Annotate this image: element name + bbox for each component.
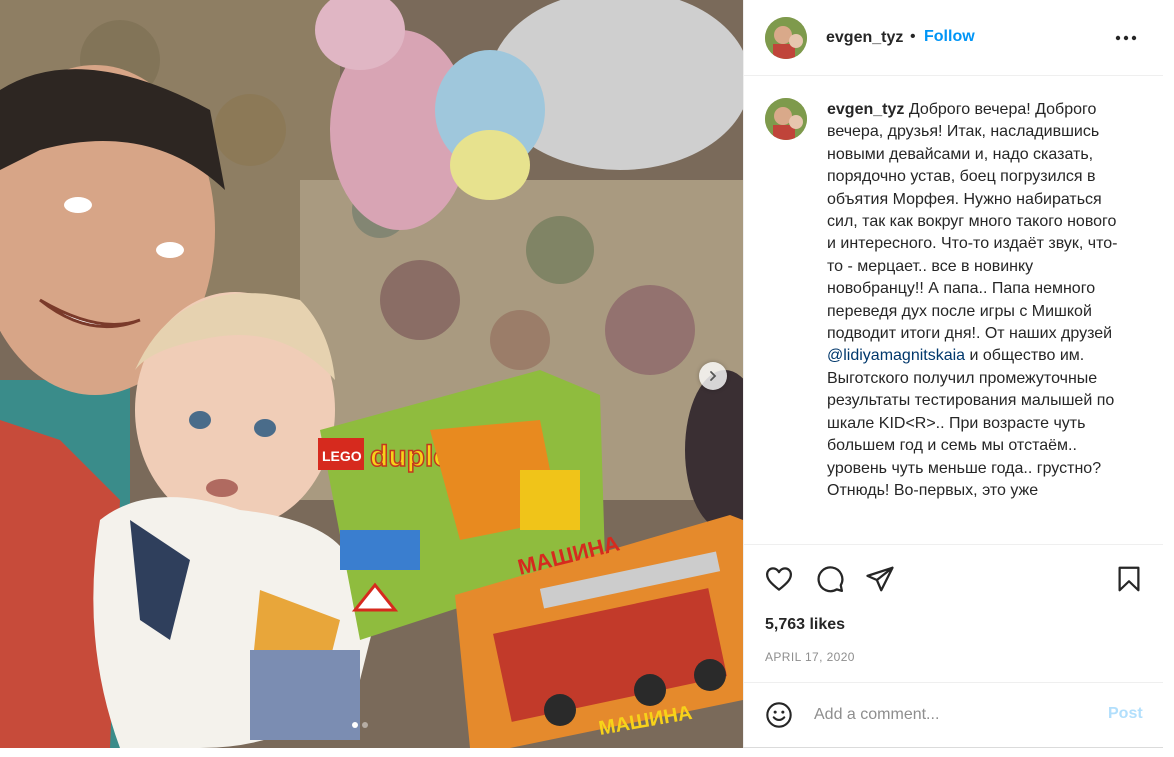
- comment-button[interactable]: [815, 564, 845, 594]
- bookmark-icon: [1118, 566, 1140, 592]
- save-button[interactable]: [1114, 564, 1144, 594]
- caption-avatar[interactable]: [765, 98, 807, 140]
- carousel-dot: [362, 722, 368, 728]
- avatar-image: [765, 17, 807, 59]
- caption-mention-link[interactable]: @lidiyamagnitskaia: [827, 347, 965, 364]
- photo-illustration: LEGO duplo МАШИНА МАШИНА: [0, 0, 743, 748]
- comment-icon: [817, 566, 844, 593]
- svg-text:LEGO: LEGO: [322, 448, 362, 464]
- share-button[interactable]: [865, 564, 895, 594]
- caption-text: Доброго вечера! Доброго вечера, друзья! …: [827, 101, 1118, 343]
- caption-username[interactable]: evgen_tyz: [827, 101, 904, 118]
- post-caption: evgen_tyz Доброго вечера! Доброго вечера…: [827, 99, 1127, 502]
- carousel-next-button[interactable]: [699, 362, 727, 390]
- post-header: evgen_tyz • Follow: [744, 0, 1163, 76]
- post-container: LEGO duplo МАШИНА МАШИНА evgen_tyz • Fol…: [0, 0, 1163, 748]
- carousel-dot-active: [352, 722, 358, 728]
- header-username[interactable]: evgen_tyz: [826, 29, 903, 47]
- carousel-indicator: [352, 722, 368, 728]
- comment-input[interactable]: [814, 703, 1084, 727]
- smiley-icon: [766, 702, 792, 728]
- emoji-button[interactable]: [765, 701, 793, 729]
- likes-count[interactable]: 5,763 likes: [765, 616, 845, 634]
- post-photo[interactable]: LEGO duplo МАШИНА МАШИНА: [0, 0, 743, 748]
- post-actions: 5,763 likes APRIL 17, 2020: [744, 544, 1163, 682]
- avatar-image: [765, 98, 807, 140]
- paper-plane-icon: [866, 566, 894, 592]
- comment-bar: Post: [744, 682, 1163, 747]
- post-comment-button[interactable]: Post: [1108, 705, 1143, 723]
- separator-dot: •: [910, 28, 916, 45]
- chevron-right-icon: [710, 371, 717, 381]
- follow-button[interactable]: Follow: [924, 28, 975, 46]
- like-button[interactable]: [764, 564, 794, 594]
- post-date[interactable]: APRIL 17, 2020: [765, 650, 855, 664]
- post-side-panel: evgen_tyz • Follow evgen_tyz Доброго веч…: [743, 0, 1163, 747]
- caption-text-continued: и общество им. Выготского получил промеж…: [827, 347, 1115, 499]
- more-options-button[interactable]: [1114, 28, 1138, 48]
- avatar[interactable]: [765, 17, 807, 59]
- caption-section: evgen_tyz Доброго вечера! Доброго вечера…: [744, 77, 1163, 544]
- more-horizontal-icon: [1115, 35, 1137, 41]
- heart-icon: [766, 567, 792, 591]
